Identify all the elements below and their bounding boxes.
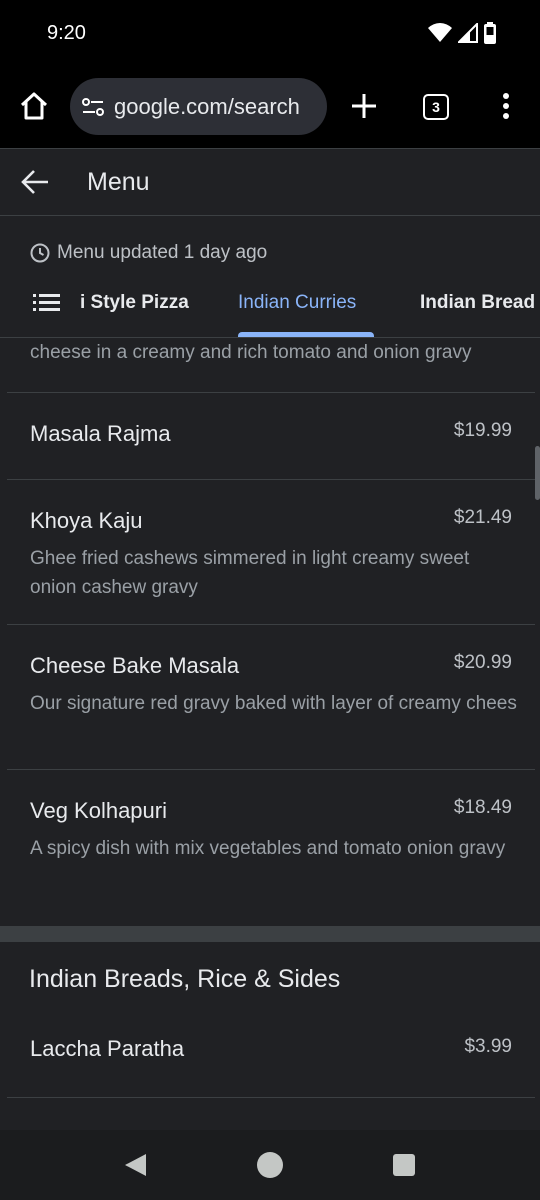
- item-price: $21.49: [453, 507, 512, 528]
- browser-toolbar: google.com/search 3: [0, 66, 540, 148]
- arrow-back-icon: [21, 170, 48, 194]
- nav-recents-icon[interactable]: [393, 1154, 415, 1176]
- section-divider: [0, 926, 540, 942]
- menu-item[interactable]: Masala Rajma $19.99: [7, 392, 535, 479]
- list-icon: [33, 294, 60, 311]
- menu-updated-row: Menu updated 1 day ago: [30, 242, 267, 264]
- menu-updated-text: Menu updated 1 day ago: [57, 242, 268, 263]
- tab-i-style-pizza[interactable]: i Style Pizza: [80, 292, 189, 314]
- status-bar: 9:20: [0, 0, 540, 66]
- menu-item[interactable]: Cheese Bake Masala $20.99 Our signature …: [7, 624, 535, 769]
- item-name: Veg Kolhapuri: [30, 798, 167, 823]
- menu-header: Menu: [0, 148, 540, 216]
- site-settings-icon[interactable]: [80, 94, 106, 120]
- item-price: $18.49: [453, 797, 512, 818]
- item-price: $3.99: [464, 1036, 512, 1057]
- clock-icon: [30, 243, 50, 263]
- new-tab-button[interactable]: [346, 88, 382, 124]
- menu-item[interactable]: Khoya Kaju $21.49 Ghee fried cashews sim…: [7, 479, 535, 624]
- item-name: Laccha Paratha: [30, 1036, 185, 1061]
- status-time: 9:20: [47, 22, 86, 44]
- signal-icon: [458, 23, 478, 43]
- item-description: Our signature red gravy baked with layer…: [30, 693, 517, 714]
- scrollbar-thumb[interactable]: [535, 446, 540, 500]
- tab-count: 3: [432, 99, 440, 115]
- section-title: Indian Breads, Rice & Sides: [29, 965, 341, 993]
- home-button[interactable]: [16, 88, 52, 124]
- item-name: Masala Rajma: [30, 421, 171, 446]
- item-name: Cheese Bake Masala: [30, 653, 240, 678]
- menu-item[interactable]: Veg Kolhapuri $18.49 A spicy dish with m…: [7, 769, 535, 926]
- url-bar[interactable]: google.com/search: [70, 78, 327, 135]
- tab-indian-bread[interactable]: Indian Bread: [420, 292, 535, 314]
- item-name: Khoya Kaju: [30, 508, 143, 533]
- item-description: A spicy dish with mix vegetables and tom…: [30, 838, 506, 859]
- item-price: $19.99: [453, 420, 512, 441]
- item-description: cheese in a creamy and rich tomato and o…: [30, 342, 472, 363]
- more-vert-icon: [503, 93, 509, 119]
- menu-title: Menu: [87, 168, 150, 196]
- category-list-button[interactable]: [33, 292, 61, 317]
- back-button[interactable]: [18, 165, 52, 199]
- category-tabs: i Style Pizza Indian Curries Indian Brea…: [0, 280, 540, 338]
- status-icons: [428, 22, 496, 44]
- menu-items-list[interactable]: cheese in a creamy and rich tomato and o…: [0, 338, 540, 1130]
- battery-icon: [484, 22, 496, 44]
- system-nav-bar: [0, 1130, 540, 1200]
- home-icon: [20, 92, 48, 120]
- menu-item[interactable]: Laccha Paratha $3.99: [7, 1018, 535, 1098]
- nav-back-icon[interactable]: [122, 1152, 148, 1178]
- wifi-icon: [428, 23, 452, 42]
- tab-switcher-button[interactable]: 3: [423, 94, 449, 120]
- nav-home-icon[interactable]: [257, 1152, 283, 1178]
- menu-item-divider: [7, 1097, 535, 1130]
- tab-indian-curries[interactable]: Indian Curries: [238, 292, 356, 314]
- url-text[interactable]: google.com/search: [114, 94, 300, 120]
- plus-icon: [352, 94, 376, 118]
- more-options-button[interactable]: [492, 88, 520, 124]
- item-price: $20.99: [453, 652, 512, 673]
- item-description: Ghee fried cashews simmered in light cre…: [30, 548, 470, 598]
